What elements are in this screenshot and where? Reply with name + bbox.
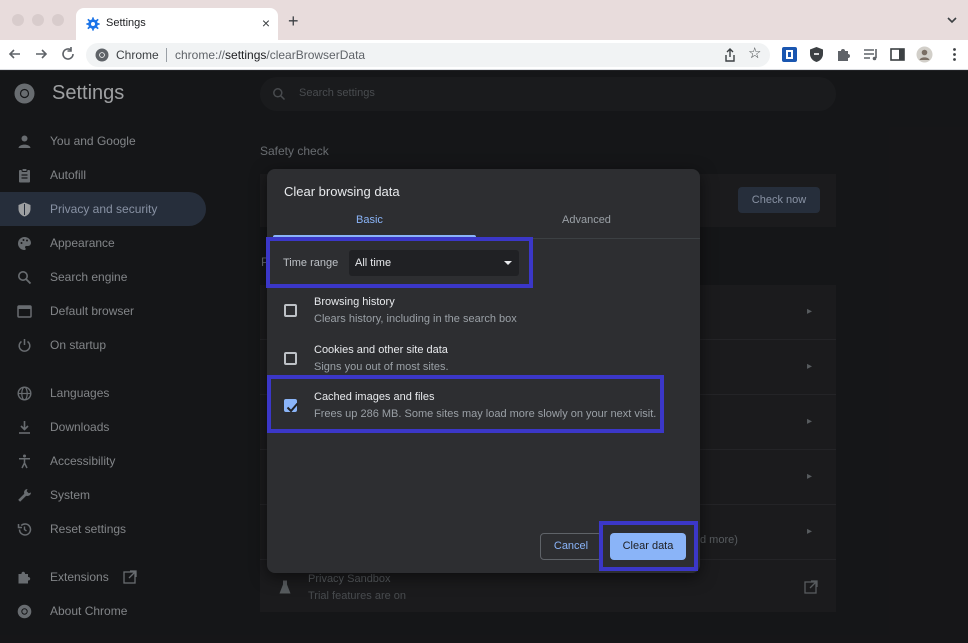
tab-title: Settings [106, 17, 146, 29]
option-title: Cached images and files [314, 391, 435, 403]
option-subtitle: Clears history, including in the search … [314, 313, 517, 325]
checkmark-icon [286, 402, 299, 413]
option-browsing-history[interactable]: Browsing history Clears history, includi… [267, 295, 700, 339]
time-range-select[interactable]: All time [349, 250, 519, 276]
option-cookies[interactable]: Cookies and other site data Signs you ou… [267, 343, 700, 387]
close-window-button[interactable] [12, 14, 24, 26]
back-arrow-icon[interactable] [6, 45, 24, 63]
tab-basic[interactable]: Basic [356, 214, 383, 226]
time-range-label: Time range [283, 257, 339, 269]
reload-icon[interactable] [59, 45, 77, 63]
chrome-icon [95, 48, 109, 62]
share-icon[interactable] [722, 47, 738, 63]
dropdown-caret-icon [504, 261, 512, 265]
browsing-history-checkbox[interactable] [284, 304, 297, 317]
option-subtitle: Frees up 286 MB. Some sites may load mor… [314, 408, 657, 420]
tab-advanced[interactable]: Advanced [562, 214, 611, 226]
address-separator [166, 48, 167, 62]
option-title: Browsing history [314, 296, 395, 308]
zoom-window-button[interactable] [52, 14, 64, 26]
chevron-down-icon[interactable] [946, 14, 958, 26]
extension-logo-icon[interactable] [781, 46, 798, 63]
option-subtitle: Signs you out of most sites. [314, 361, 449, 373]
cookies-checkbox[interactable] [284, 352, 297, 365]
option-cached-images[interactable]: Cached images and files Frees up 286 MB.… [267, 390, 700, 434]
dialog-title: Clear browsing data [284, 184, 400, 199]
more-vert-icon[interactable] [946, 46, 963, 63]
option-title: Cookies and other site data [314, 344, 448, 356]
site-label: Chrome [116, 48, 159, 62]
address-url[interactable]: chrome://settings/clearBrowserData [175, 48, 365, 62]
clear-browsing-data-dialog: Clear browsing data Basic Advanced Time … [267, 169, 700, 573]
tab-divider [267, 238, 700, 239]
cached-images-checkbox[interactable] [284, 399, 299, 413]
address-bar[interactable]: Chrome chrome://settings/clearBrowserDat… [86, 43, 770, 67]
tab-settings[interactable]: Settings × [76, 8, 278, 40]
forward-arrow-icon[interactable] [32, 45, 50, 63]
new-tab-button[interactable]: + [288, 12, 299, 30]
side-panel-icon[interactable] [889, 46, 906, 63]
time-range-value: All time [355, 257, 392, 269]
browser-toolbar: Chrome chrome://settings/clearBrowserDat… [0, 40, 968, 70]
bookmark-star-icon[interactable]: ☆ [748, 46, 761, 62]
gear-icon [86, 17, 100, 31]
tab-close-icon[interactable]: × [262, 14, 270, 32]
clear-data-button[interactable]: Clear data [610, 533, 686, 560]
tab-strip: Settings × + [0, 0, 968, 40]
cancel-button[interactable]: Cancel [540, 533, 602, 560]
avatar[interactable] [916, 46, 933, 63]
shield-extension-icon[interactable] [808, 46, 825, 63]
reading-list-icon[interactable] [862, 46, 879, 63]
minimize-window-button[interactable] [32, 14, 44, 26]
puzzle-icon[interactable] [835, 46, 852, 63]
